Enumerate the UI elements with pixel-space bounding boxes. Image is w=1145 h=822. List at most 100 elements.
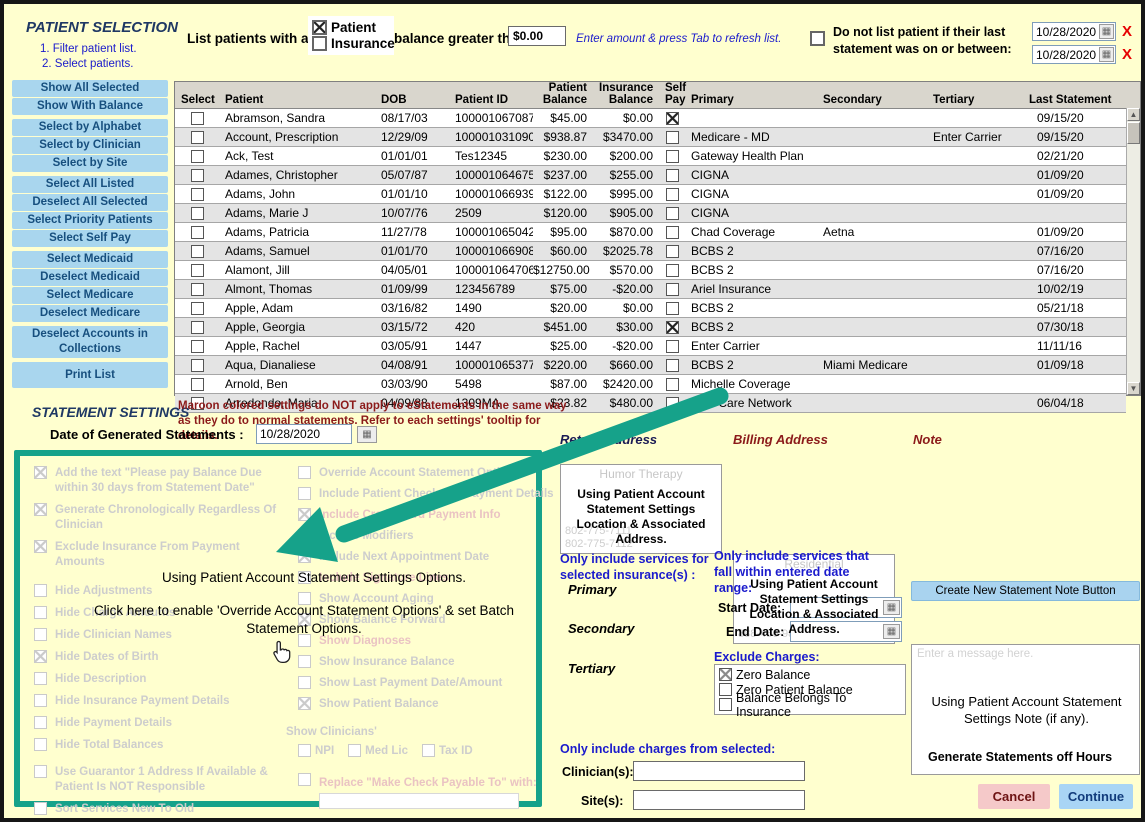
do-not-list-label: Do not list patient if their last statem… [833, 24, 1033, 58]
self-pay-checkbox[interactable] [666, 264, 679, 277]
row-select-checkbox[interactable] [191, 188, 204, 201]
sidebar-button-select-by-alphabet[interactable]: Select by Alphabet [12, 119, 168, 136]
patient-cell: Apple, Adam [219, 301, 375, 315]
self-pay-checkbox[interactable] [666, 131, 679, 144]
table-row: Adams, Samuel01/01/70100001066908$60.00$… [175, 242, 1126, 261]
table-scrollbar[interactable]: ▲ ▼ [1126, 108, 1140, 395]
statement-option-include-modifiers: Include Modifiers [298, 529, 546, 544]
sidebar-button-select-all-listed[interactable]: Select All Listed [12, 176, 168, 193]
scrollbar-thumb[interactable] [1127, 122, 1140, 144]
generated-date-input[interactable]: 10/28/2020 [256, 424, 352, 444]
enable-override-click-text[interactable]: Click here to enable 'Override Account S… [62, 602, 546, 638]
batch-statements-window: PATIENT SELECTION 1. Filter patient list… [0, 0, 1145, 822]
cancel-button[interactable]: Cancel [978, 784, 1050, 809]
row-select-checkbox[interactable] [191, 340, 204, 353]
list-with-patient-checkbox[interactable] [312, 20, 327, 35]
clinician-input[interactable] [633, 761, 805, 781]
self-pay-checkbox[interactable] [666, 359, 679, 372]
do-not-list-checkbox[interactable] [810, 31, 825, 46]
self-pay-checkbox[interactable] [666, 150, 679, 163]
row-select-checkbox[interactable] [191, 226, 204, 239]
scroll-up-icon[interactable]: ▲ [1127, 108, 1140, 121]
balance-belongs-to-insurance-checkbox[interactable] [719, 698, 732, 711]
return-address-label: Return Address [560, 432, 657, 447]
row-select-checkbox[interactable] [191, 359, 204, 372]
row-select-checkbox[interactable] [191, 283, 204, 296]
exclude-option: Balance Belongs To Insurance [719, 697, 901, 712]
create-note-button[interactable]: Create New Statement Note Button [911, 581, 1140, 601]
checkbox [34, 606, 47, 619]
self-pay-checkbox[interactable] [666, 226, 679, 239]
row-select-checkbox[interactable] [191, 150, 204, 163]
column-header-secondary: Secondary [817, 94, 927, 108]
sidebar-button-deselect-accounts-in-collections[interactable]: Deselect Accounts in Collections [12, 326, 168, 358]
sidebar-button-show-all-selected[interactable]: Show All Selected [12, 80, 168, 97]
continue-button[interactable]: Continue [1059, 784, 1133, 809]
scroll-down-icon[interactable]: ▼ [1127, 382, 1140, 395]
sidebar-button-select-by-clinician[interactable]: Select by Clinician [12, 137, 168, 154]
clear-date-to-icon[interactable]: X [1122, 47, 1132, 62]
statement-option-label: Show Insurance Balance [319, 655, 455, 670]
row-select-checkbox[interactable] [191, 169, 204, 182]
self-pay-checkbox[interactable] [666, 302, 679, 315]
last-statement-to-date[interactable]: 10/28/2020 ▦ [1032, 45, 1116, 64]
sidebar-button-print-list[interactable]: Print List [12, 362, 168, 388]
row-select-checkbox[interactable] [191, 112, 204, 125]
primary-label: Primary [568, 582, 616, 597]
clear-date-from-icon[interactable]: X [1122, 24, 1132, 39]
row-select-checkbox[interactable] [191, 131, 204, 144]
self-pay-checkbox[interactable] [666, 397, 679, 410]
row-select-checkbox[interactable] [191, 302, 204, 315]
sidebar-button-deselect-medicaid[interactable]: Deselect Medicaid [12, 269, 168, 286]
sidebar-button-select-medicare[interactable]: Select Medicare [12, 287, 168, 304]
table-row: Adames, Christopher05/07/87100001064675$… [175, 166, 1126, 185]
return-address-overlay: Using Patient Account Statement Settings… [563, 487, 719, 547]
list-with-insurance-checkbox[interactable] [312, 36, 327, 51]
sidebar-button-deselect-all-selected[interactable]: Deselect All Selected [12, 194, 168, 211]
self-pay-checkbox[interactable] [666, 188, 679, 201]
calendar-icon[interactable]: ▦ [1099, 24, 1114, 39]
self-pay-checkbox[interactable] [666, 169, 679, 182]
sidebar-button-deselect-medicare[interactable]: Deselect Medicare [12, 305, 168, 322]
calendar-icon[interactable]: ▦ [1099, 47, 1114, 62]
row-select-checkbox[interactable] [191, 207, 204, 220]
calendar-icon[interactable]: ▦ [357, 426, 377, 443]
self-pay-checkbox[interactable] [666, 321, 679, 334]
balance-amount-input[interactable]: $0.00 [508, 26, 566, 46]
step-2-label: 2. Select patients. [42, 57, 137, 72]
select-cell [175, 301, 219, 315]
insurance-balance-cell: -$20.00 [593, 282, 659, 296]
tertiary-label: Tertiary [568, 661, 615, 676]
self-pay-checkbox[interactable] [666, 340, 679, 353]
select-cell [175, 244, 219, 258]
statement-option-add-the-text-please-pay-balance-due-with: Add the text "Please pay Balance Due wit… [34, 466, 290, 496]
insurance-balance-cell: $2420.00 [593, 377, 659, 391]
self-pay-checkbox[interactable] [666, 207, 679, 220]
self-pay-checkbox[interactable] [666, 112, 679, 125]
billing-address-label: Billing Address [733, 432, 828, 447]
zero-patient-balance-checkbox[interactable] [719, 683, 732, 696]
row-select-checkbox[interactable] [191, 245, 204, 258]
sidebar-button-show-with-balance[interactable]: Show With Balance [12, 98, 168, 115]
zero-balance-checkbox[interactable] [719, 668, 732, 681]
sidebar-button-select-priority-patients[interactable]: Select Priority Patients [12, 212, 168, 229]
row-select-checkbox[interactable] [191, 321, 204, 334]
select-cell [175, 149, 219, 163]
self-pay-checkbox[interactable] [666, 283, 679, 296]
last-statement-from-date[interactable]: 10/28/2020 ▦ [1032, 22, 1116, 41]
sidebar-button-select-self-pay[interactable]: Select Self Pay [12, 230, 168, 247]
self-pay-checkbox[interactable] [666, 378, 679, 391]
self-pay-checkbox[interactable] [666, 245, 679, 258]
date-from-value: 10/28/2020 [1033, 25, 1099, 39]
sidebar-button-select-by-site[interactable]: Select by Site [12, 155, 168, 172]
primary-cell: BCBS 2 [685, 358, 817, 372]
checkbox [298, 773, 311, 786]
sidebar-button-select-medicaid[interactable]: Select Medicaid [12, 251, 168, 268]
site-input[interactable] [633, 790, 805, 810]
row-select-checkbox[interactable] [191, 378, 204, 391]
insurance-balance-cell: $995.00 [593, 187, 659, 201]
patient-cell: Adames, Christopher [219, 168, 375, 182]
dob-cell: 01/09/99 [375, 282, 449, 296]
table-body: Abramson, Sandra08/17/03100001067087$45.… [175, 109, 1140, 413]
row-select-checkbox[interactable] [191, 264, 204, 277]
